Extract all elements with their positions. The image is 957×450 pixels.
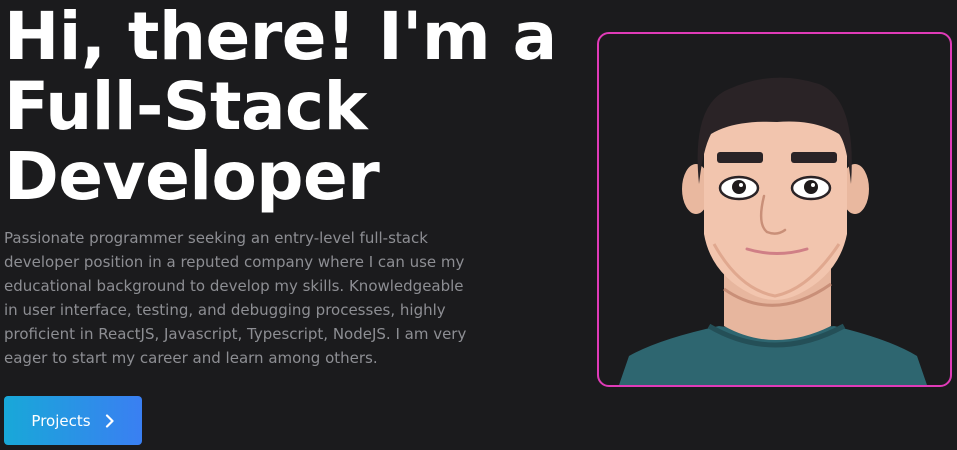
projects-button[interactable]: Projects bbox=[4, 396, 142, 445]
hero-section: Hi, there! I'm a Full-Stack Developer Pa… bbox=[4, 0, 564, 370]
hero-headline: Hi, there! I'm a Full-Stack Developer bbox=[4, 0, 564, 212]
headline-line-1: Hi, there! I'm a bbox=[4, 0, 557, 75]
headline-line-3: Developer bbox=[4, 138, 380, 215]
projects-button-label: Projects bbox=[31, 411, 91, 430]
headline-line-2: Full-Stack bbox=[4, 68, 368, 145]
hero-bio: Passionate programmer seeking an entry-l… bbox=[4, 229, 467, 367]
avatar bbox=[597, 32, 952, 387]
developer-avatar-illustration bbox=[619, 77, 927, 385]
chevron-right-icon bbox=[105, 413, 115, 428]
